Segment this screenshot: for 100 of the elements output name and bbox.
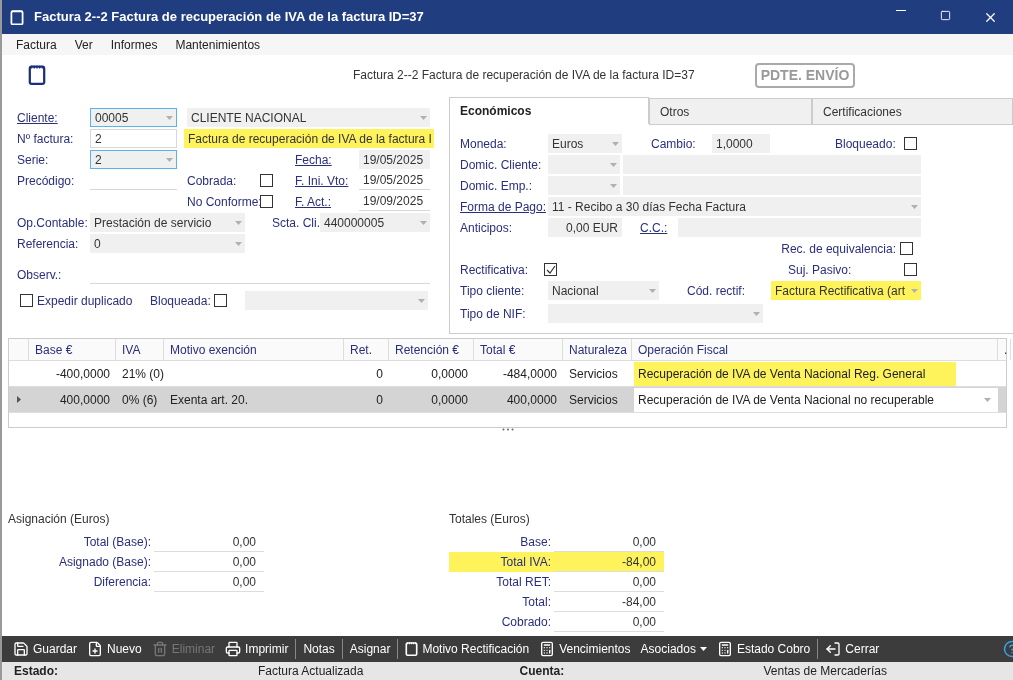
column-header[interactable]: Naturaleza — [563, 339, 632, 360]
dropdown-field[interactable] — [245, 291, 428, 310]
dropdown-field[interactable]: Euros — [548, 134, 622, 153]
checkbox[interactable] — [904, 263, 917, 276]
column-header[interactable]: Motivo exención — [164, 339, 344, 360]
toolbar-button[interactable]: Cerrar — [820, 636, 885, 662]
description-field[interactable]: Factura de recuperación de IVA de la factura I — [184, 129, 434, 148]
status-stamp: PDTE. ENVÍO — [754, 62, 856, 88]
column-header[interactable]: Retención € — [389, 339, 474, 360]
caret-icon — [418, 298, 425, 303]
splitter-handle-icon[interactable] — [501, 428, 514, 431]
table-cell-text: -400,0000 — [54, 365, 111, 383]
field-label: Bloqueado: — [835, 135, 897, 153]
dropdown-field[interactable]: CLIENTE NACIONAL — [187, 108, 430, 127]
calculator-icon — [716, 641, 733, 657]
total-value: -84,00 — [554, 552, 664, 572]
toolbar-button[interactable]: Nuevo — [82, 636, 147, 662]
toolbar-button[interactable]: Estado Cobro — [711, 636, 816, 662]
toolbar-button[interactable]: Imprimir — [220, 636, 294, 662]
save-icon — [13, 641, 29, 657]
caret-icon — [911, 288, 918, 293]
caret-icon — [984, 397, 991, 402]
table-cell-text: 0 — [375, 365, 384, 383]
toolbar-button[interactable]: Asociados — [635, 636, 712, 662]
caret-icon — [610, 183, 617, 188]
field-label: Rectificativa: — [460, 261, 530, 279]
field-label: Anticipos: — [460, 219, 514, 237]
checkbox[interactable] — [260, 174, 273, 187]
menu-item[interactable]: Informes — [101, 35, 167, 54]
column-header[interactable]: Ret. — [344, 339, 389, 360]
field-label[interactable]: Fecha: — [295, 150, 359, 169]
toolbar-button[interactable]: Motivo Rectificación — [400, 636, 535, 662]
field-label[interactable]: Forma de Pago: — [460, 197, 548, 216]
toolbar-button[interactable]: Notas — [298, 636, 340, 662]
caret-icon — [166, 115, 173, 120]
checkbox[interactable] — [544, 263, 557, 276]
field-label[interactable]: F. Ini. Vto: — [295, 171, 359, 190]
dropdown-field[interactable]: 11 - Recibo a 30 días Fecha Factura — [548, 197, 921, 216]
table-cell-text: 400,0000 — [58, 391, 111, 409]
checkbox[interactable] — [900, 242, 913, 255]
table-cell-text: 0,0000 — [430, 365, 469, 383]
total-value: 0,00 — [554, 572, 664, 592]
input-field[interactable]: 19/05/2025 — [359, 150, 430, 169]
menu-item[interactable]: Mantenimientos — [166, 35, 270, 54]
table-cell-text: 0% (6) — [121, 391, 159, 409]
toolbar-button[interactable]: Guardar — [8, 636, 83, 662]
printer-icon — [225, 641, 242, 657]
dropdown-field[interactable]: Nacional — [548, 281, 659, 300]
total-label: Total: — [521, 594, 552, 611]
input-field[interactable]: 0,00 EUR — [548, 218, 622, 237]
input-field[interactable]: 1,0000 — [712, 134, 770, 153]
tab[interactable]: Otros — [649, 98, 812, 125]
checkbox[interactable] — [904, 137, 917, 150]
column-header[interactable]: IVA — [116, 339, 164, 360]
table-cell-text: Exenta art. 20. — [169, 391, 250, 409]
field-label: Domic. Cliente: — [460, 156, 543, 174]
input-field[interactable]: 2 — [90, 129, 177, 148]
field-label[interactable]: F. Act.: — [295, 192, 359, 211]
table-row[interactable]: 400,0000 0% (6) Exenta art. 20. 0 0,0000 400,0000 Servicios Recuperación de IVA de Venta Nacional no recuperable — [9, 387, 1006, 413]
checkbox[interactable] — [260, 195, 273, 208]
column-header[interactable]: Operación Fiscal — [632, 339, 998, 360]
dropdown-field[interactable]: 2 — [90, 150, 177, 169]
checkbox[interactable] — [214, 294, 227, 307]
field-label: Cambio: — [651, 135, 697, 153]
dropdown-field[interactable] — [548, 155, 620, 174]
caret-icon — [610, 162, 617, 167]
column-header[interactable]: . — [998, 339, 1011, 360]
table-cell-text: -484,0000 — [501, 365, 558, 383]
toolbar-button[interactable]: Asignar — [344, 636, 396, 662]
dropdown-field[interactable]: Factura Rectificativa (art — [771, 281, 921, 300]
column-header[interactable]: Base € — [29, 339, 116, 360]
total-value: 0,00 — [154, 532, 264, 552]
menu-item[interactable]: Ver — [65, 35, 102, 54]
dropdown-field[interactable]: Prestación de servicio — [90, 213, 245, 232]
tab[interactable]: Certificaciones — [812, 98, 1013, 125]
field-label: Cobrada: — [187, 172, 238, 190]
toolbar-button[interactable]: Vencimientos — [534, 636, 636, 662]
total-label: Diferencia: — [92, 574, 152, 591]
trash-icon — [151, 641, 168, 657]
table-row[interactable]: -400,0000 21% (0) 0 0,0000 -484,0000 Servicios Recuperación de IVA de Venta Nacional Reg. General — [9, 361, 1006, 387]
tab[interactable]: Económicos — [449, 97, 649, 124]
field-label: Cód. rectif: — [687, 282, 747, 300]
dropdown-field[interactable]: 440000005 — [320, 213, 430, 232]
total-label: Total (Base): — [82, 534, 152, 551]
field-label: No Conforme: — [187, 193, 260, 211]
field-label[interactable]: Cliente: — [17, 108, 90, 127]
dropdown-field[interactable]: Recuperación de IVA de Venta Nacional no recuperable — [634, 387, 998, 412]
dropdown-field[interactable] — [548, 176, 620, 195]
field-label[interactable]: C.C.: — [640, 218, 678, 237]
dropdown-field[interactable] — [548, 304, 763, 323]
total-label: Total IVA: — [449, 552, 554, 572]
column-header[interactable]: Total € — [474, 339, 563, 360]
dropdown-field[interactable]: 00005 — [90, 108, 177, 127]
calculator-icon — [539, 641, 556, 657]
section-title: Totales (Euros) — [449, 511, 531, 528]
menu-item[interactable]: Factura — [7, 35, 66, 54]
exit-icon — [825, 641, 842, 657]
field-label: Expedir duplicado — [36, 292, 134, 310]
dropdown-field[interactable]: 0 — [90, 234, 245, 253]
checkbox[interactable] — [20, 294, 33, 307]
